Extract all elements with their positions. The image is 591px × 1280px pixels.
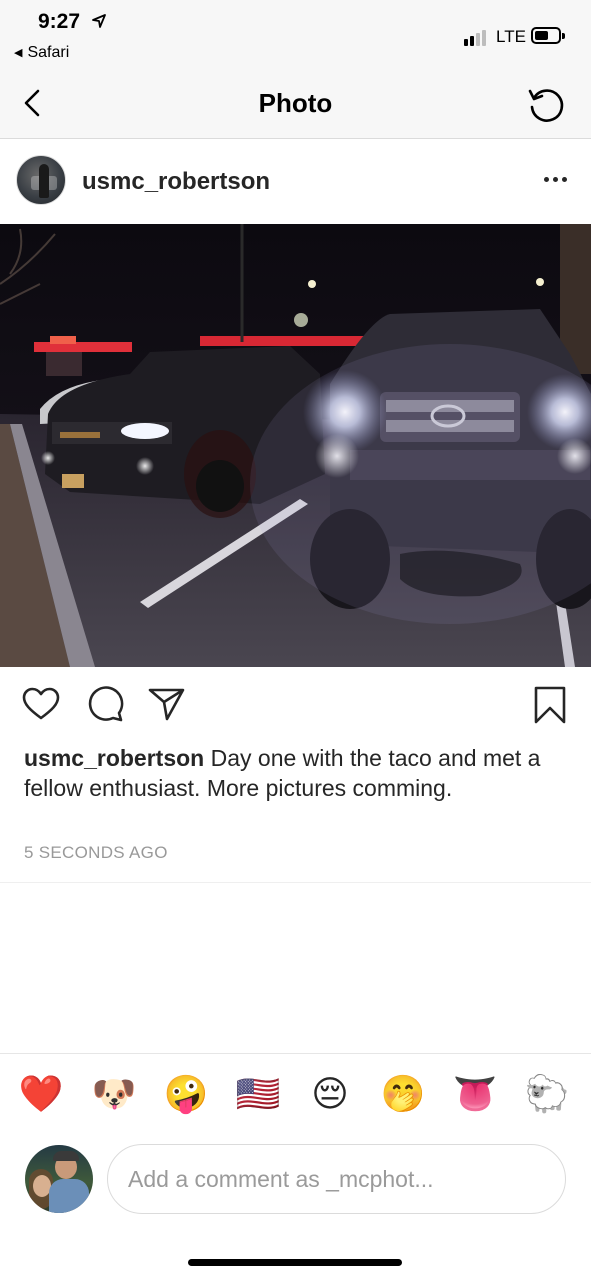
post-caption: usmc_robertson Day one with the taco and… (24, 743, 554, 803)
network-label: LTE (496, 27, 526, 46)
comment-box (107, 1144, 566, 1214)
share-icon[interactable] (148, 686, 186, 722)
home-indicator[interactable] (188, 1259, 402, 1266)
emoji-heart[interactable]: ❤️ (18, 1072, 64, 1118)
emoji-reaction-bar: ❤️ 🐶 🤪 🇺🇸 😔 🤭 👅 🐑 (0, 1070, 591, 1122)
current-user-avatar (25, 1145, 93, 1213)
post-actions (0, 667, 591, 737)
heart-icon[interactable] (22, 687, 60, 721)
comment-input[interactable] (128, 1145, 548, 1213)
refresh-icon[interactable] (525, 85, 565, 125)
caption-username[interactable]: usmc_robertson (24, 745, 204, 771)
emoji-zany-face[interactable]: 🤪 (163, 1072, 209, 1118)
back-triangle-icon: ◀ (14, 47, 23, 59)
back-to-app-link[interactable]: ◀ Safari (14, 44, 69, 62)
bookmark-icon[interactable] (533, 685, 567, 725)
status-time: 9:27 (38, 10, 81, 33)
post-author-avatar[interactable] (16, 155, 66, 205)
more-dots-icon[interactable] (544, 176, 568, 184)
comment-icon[interactable] (86, 686, 124, 722)
page-title: Photo (258, 88, 333, 118)
nav-bar: Photo (0, 76, 591, 139)
battery-icon (531, 27, 565, 44)
emoji-pensive-face[interactable]: 😔 (307, 1072, 353, 1118)
location-arrow-icon (92, 14, 106, 28)
emoji-hand-over-mouth[interactable]: 🤭 (380, 1072, 426, 1118)
post-timestamp: 5 SECONDS AGO (24, 843, 168, 862)
signal-bars-icon (464, 28, 492, 46)
post-header: usmc_robertson (0, 140, 591, 223)
emoji-tongue[interactable]: 👅 (452, 1072, 498, 1118)
post-photo[interactable] (0, 224, 591, 667)
emoji-us-flag[interactable]: 🇺🇸 (235, 1072, 281, 1118)
divider (0, 1053, 591, 1054)
back-app-label: Safari (27, 44, 70, 61)
post-author-username[interactable]: usmc_robertson (82, 168, 270, 196)
divider (0, 882, 591, 883)
emoji-sheep[interactable]: 🐑 (524, 1072, 570, 1118)
status-bar: 9:27 ◀ Safari LTE (0, 0, 591, 76)
emoji-dog[interactable]: 🐶 (91, 1072, 137, 1118)
